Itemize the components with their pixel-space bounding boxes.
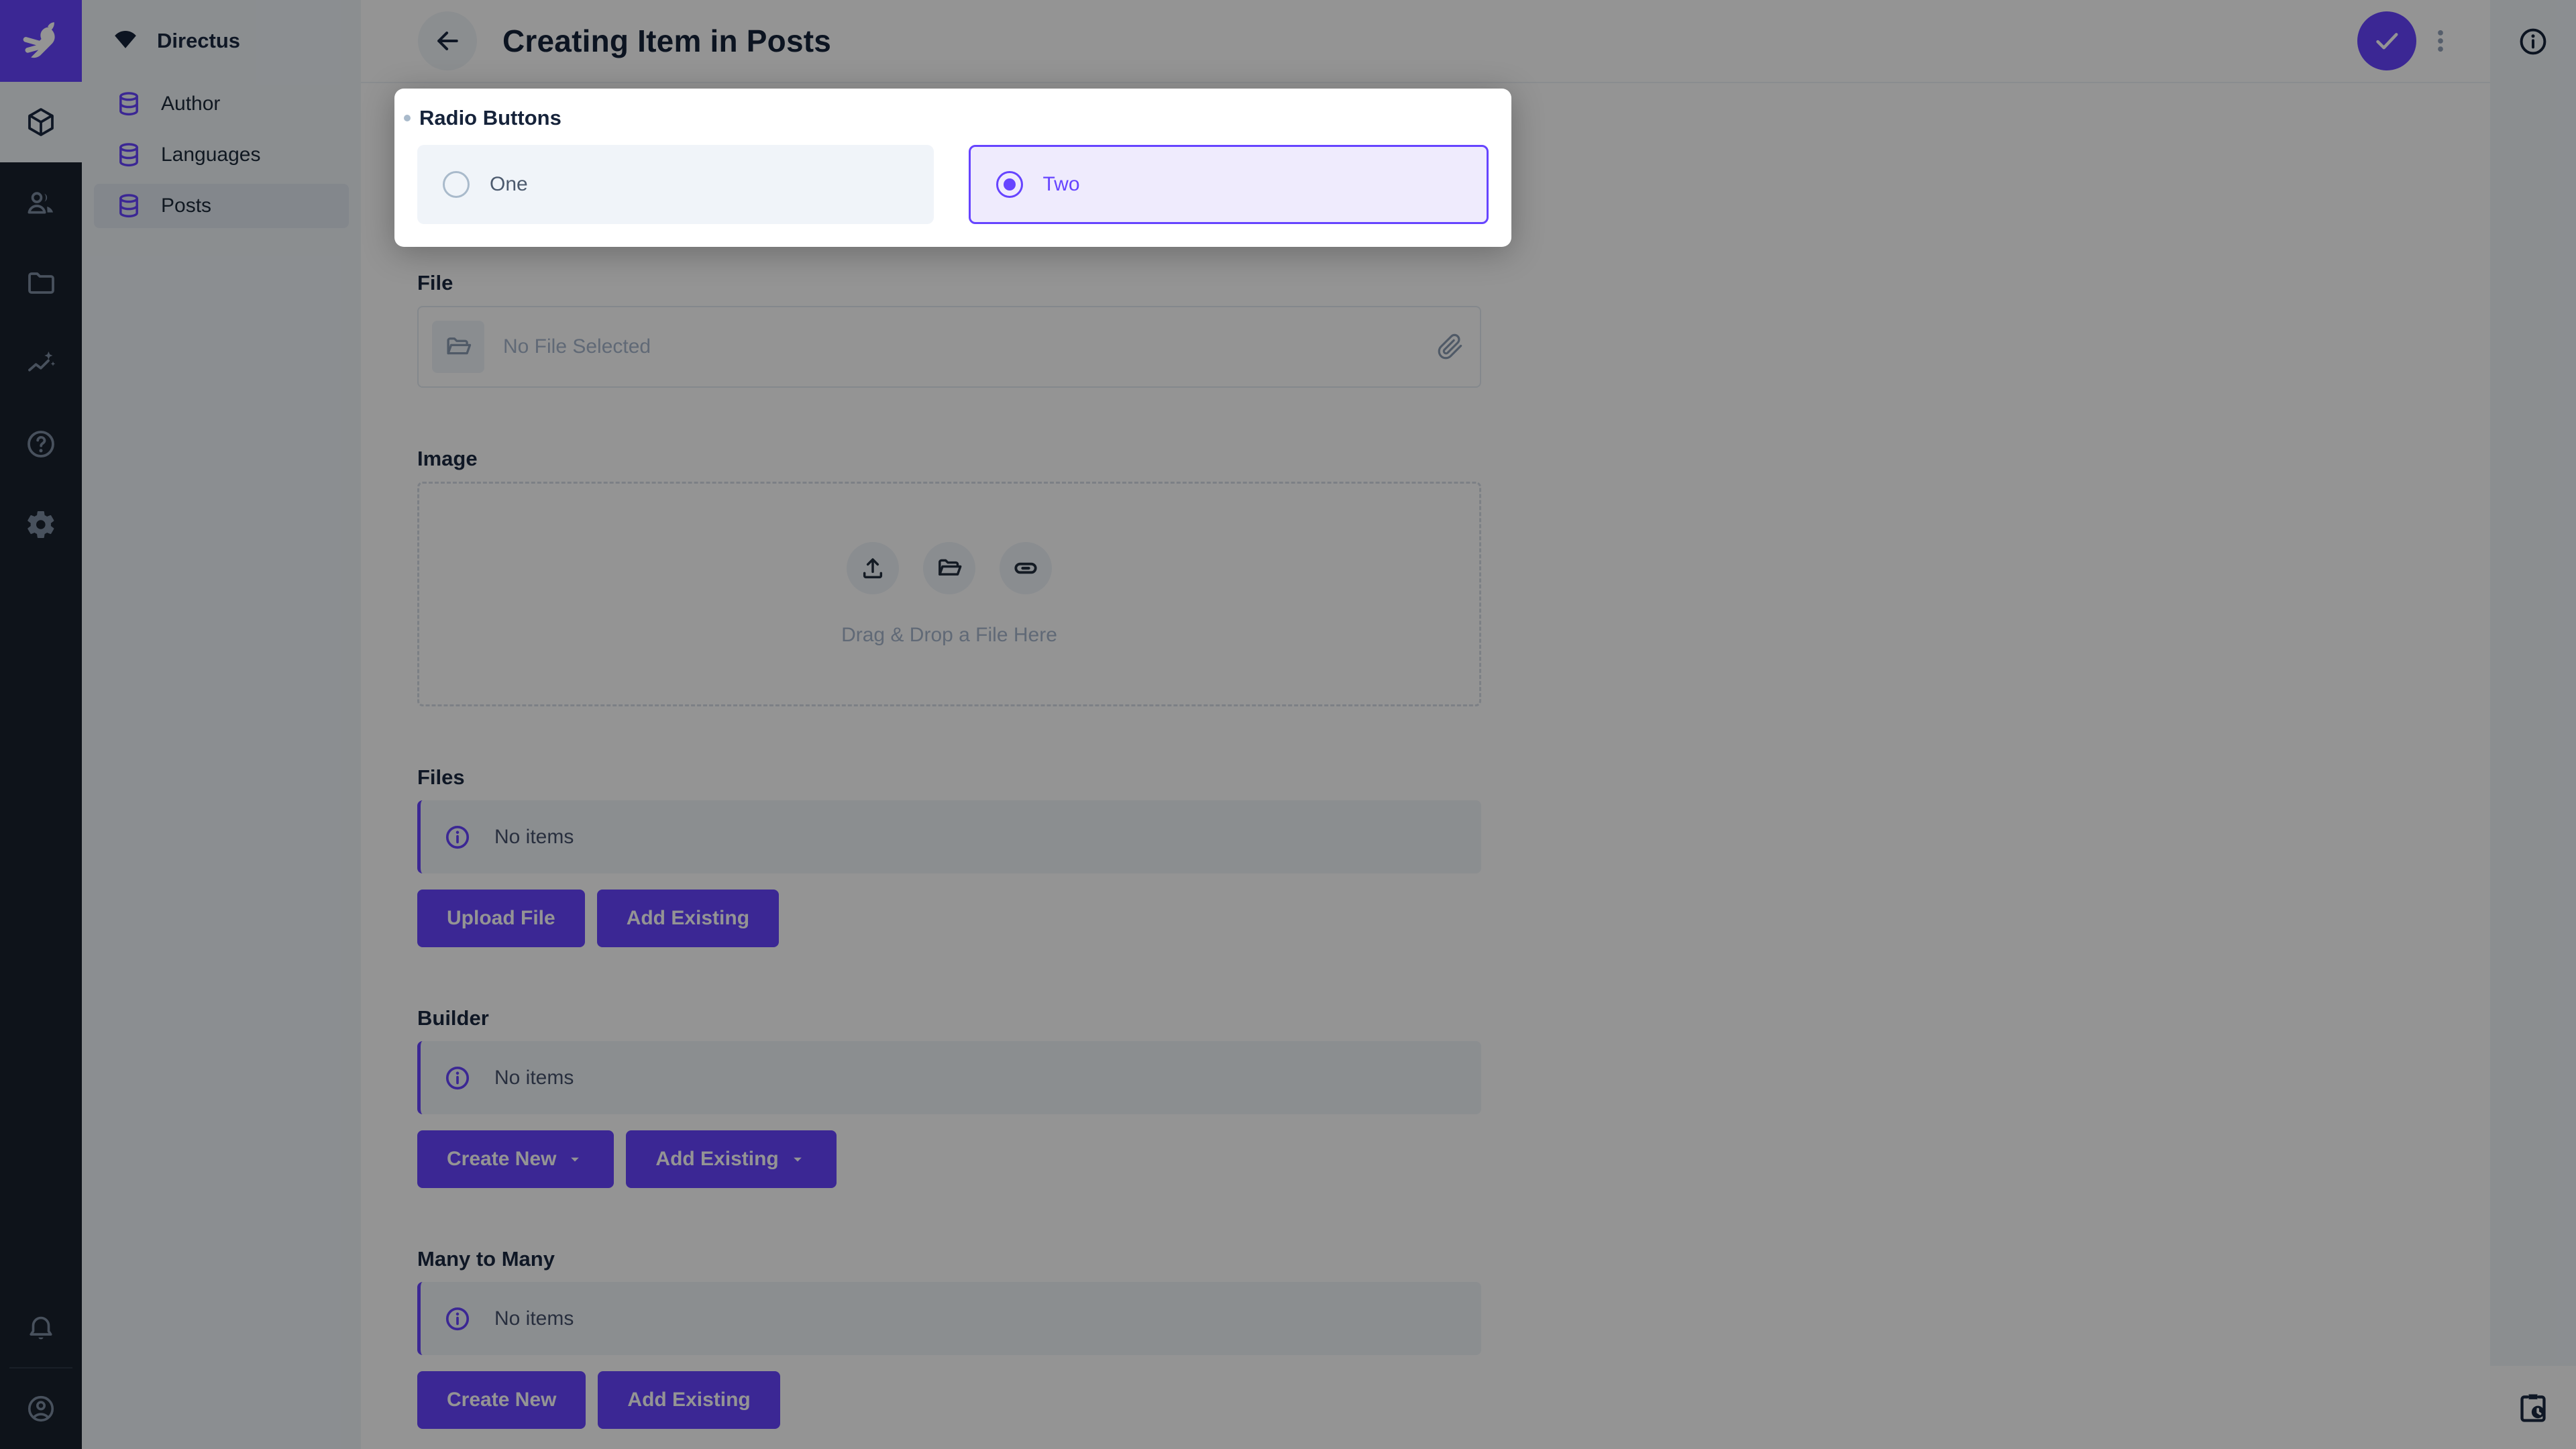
radio-buttons-field-card: Radio Buttons One Two — [394, 89, 1511, 247]
radio-unchecked-icon — [443, 171, 470, 198]
radio-checked-icon — [996, 171, 1023, 198]
edited-indicator-dot — [404, 115, 411, 121]
radio-option-label: Two — [1043, 173, 1080, 196]
radio-option-one[interactable]: One — [417, 145, 934, 224]
radio-option-label: One — [490, 173, 528, 196]
field-label-row: Radio Buttons — [417, 106, 1489, 130]
radio-option-two[interactable]: Two — [969, 145, 1489, 224]
radio-field-label: Radio Buttons — [419, 106, 561, 130]
